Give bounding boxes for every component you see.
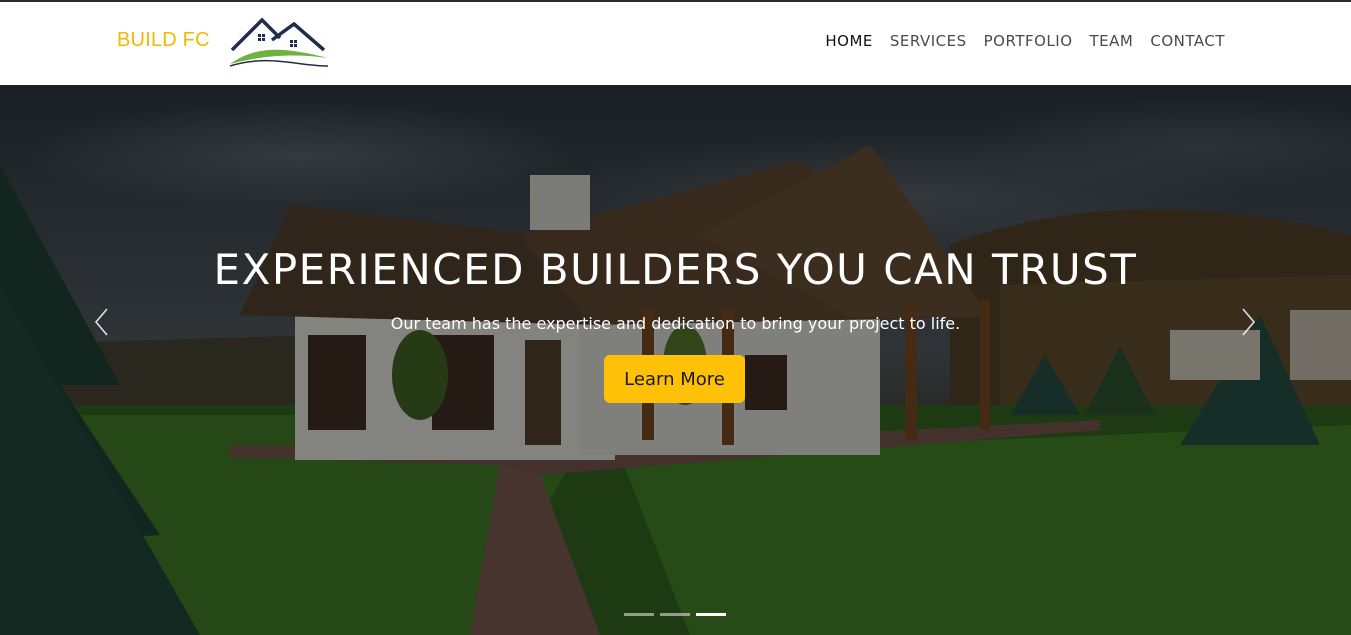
main-nav: HOME SERVICES PORTFOLIO TEAM CONTACT (808, 32, 1225, 50)
brand[interactable]: BUILD FC (117, 29, 210, 52)
chevron-left-icon (94, 308, 108, 336)
brand-name[interactable]: BUILD FC (117, 29, 210, 52)
hero-carousel: EXPERIENCED BUILDERS YOU CAN TRUST Our t… (0, 85, 1351, 635)
carousel-indicator-3[interactable] (696, 613, 726, 616)
carousel-indicator-2[interactable] (660, 613, 690, 616)
house-roof-logo-icon[interactable] (228, 14, 330, 72)
learn-more-button[interactable]: Learn More (604, 355, 745, 403)
nav-services[interactable]: SERVICES (890, 32, 967, 50)
hero-subtitle: Our team has the expertise and dedicatio… (390, 314, 961, 333)
carousel-next-button[interactable] (1238, 307, 1258, 337)
nav-home[interactable]: HOME (825, 32, 873, 50)
carousel-indicators (624, 613, 726, 616)
carousel-indicator-1[interactable] (624, 613, 654, 616)
nav-team[interactable]: TEAM (1090, 32, 1134, 50)
carousel-prev-button[interactable] (92, 307, 112, 337)
hero-headline: EXPERIENCED BUILDERS YOU CAN TRUST (213, 245, 1138, 294)
nav-portfolio[interactable]: PORTFOLIO (984, 32, 1073, 50)
chevron-right-icon (1242, 308, 1256, 336)
site-header: BUILD FC HOME SERVICES PORTFOLIO TEAM CO… (0, 2, 1351, 85)
nav-contact[interactable]: CONTACT (1150, 32, 1225, 50)
